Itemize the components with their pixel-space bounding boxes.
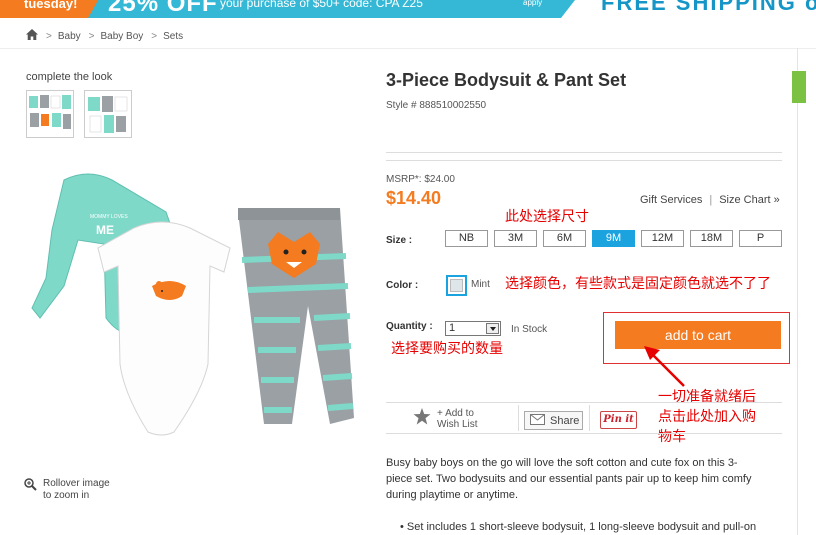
size-chart-link[interactable]: Size Chart » bbox=[719, 194, 780, 206]
share-divider bbox=[589, 405, 590, 431]
home-icon[interactable] bbox=[26, 29, 38, 43]
size-option-12m[interactable]: 12M bbox=[641, 230, 684, 247]
size-option-nb[interactable]: NB bbox=[445, 230, 488, 247]
stock-status: In Stock bbox=[511, 324, 548, 335]
product-style-number: Style # 888510002550 bbox=[386, 100, 487, 111]
promo-day-label: tuesday! bbox=[0, 0, 100, 18]
share-label: Share bbox=[550, 414, 580, 427]
product-feature-bullet: • Set includes 1 short-sleeve bodysuit, … bbox=[400, 521, 757, 533]
msrp-price: MSRP*: $24.00 bbox=[386, 174, 455, 185]
wish-list-line-1: + Add to bbox=[437, 408, 474, 419]
wish-list-line-2: Wish List bbox=[437, 419, 478, 430]
promo-banner[interactable]: tuesday! 25% OFF your purchase of $50+ c… bbox=[0, 0, 816, 18]
breadcrumb-separator: > bbox=[151, 30, 158, 42]
size-selector: NB 3M 6M 9M 12M 18M P bbox=[445, 230, 782, 247]
gift-services-link[interactable]: Gift Services bbox=[640, 194, 702, 206]
dropdown-arrow-icon[interactable] bbox=[486, 323, 499, 334]
magnifier-icon bbox=[24, 478, 37, 502]
feedback-tab[interactable] bbox=[792, 71, 806, 103]
envelope-icon bbox=[530, 413, 545, 428]
zoom-hint: Rollover image to zoom in bbox=[24, 478, 110, 502]
size-option-6m[interactable]: 6M bbox=[543, 230, 586, 247]
color-swatch-mint[interactable] bbox=[446, 275, 467, 296]
sale-price: $14.40 bbox=[386, 188, 442, 208]
breadcrumb-separator: > bbox=[88, 30, 95, 42]
color-swatch-fill bbox=[450, 279, 463, 292]
look-thumbnail-2[interactable] bbox=[84, 90, 132, 138]
product-links: Gift Services | Size Chart » bbox=[640, 194, 780, 206]
look-thumbnail-1[interactable] bbox=[26, 90, 74, 138]
header-divider bbox=[0, 48, 816, 49]
color-label: Color : bbox=[386, 280, 419, 291]
product-title: 3-Piece Bodysuit & Pant Set bbox=[386, 70, 627, 90]
zoom-hint-text: Rollover image to zoom in bbox=[43, 478, 110, 502]
promo-discount: 25% OFF bbox=[108, 0, 218, 17]
color-annotation: 选择颜色，有些款式是固定颜色就选不了了 bbox=[505, 276, 771, 292]
size-option-9m[interactable]: 9M bbox=[592, 230, 635, 247]
promo-details: your purchase of $50+ code: CPA Z25 bbox=[220, 0, 423, 10]
page-right-border bbox=[797, 48, 798, 535]
promo-apply-link[interactable]: apply bbox=[523, 0, 542, 8]
product-description: Busy baby boys on the go will love the s… bbox=[386, 457, 752, 501]
title-divider-2 bbox=[386, 160, 782, 161]
svg-text:ME: ME bbox=[96, 223, 114, 237]
zoom-hint-line-2: to zoom in bbox=[43, 490, 90, 501]
annotation-arrow-icon bbox=[644, 346, 685, 387]
star-icon bbox=[413, 408, 431, 430]
share-button[interactable]: Share bbox=[524, 411, 583, 430]
breadcrumb-sets[interactable]: Sets bbox=[163, 31, 183, 42]
quantity-value: 1 bbox=[449, 322, 456, 334]
free-shipping-text: FREE SHIPPING on your bbox=[601, 0, 816, 15]
wish-list-text: + Add to Wish List bbox=[437, 408, 478, 430]
quantity-annotation: 选择要购买的数量 bbox=[391, 341, 503, 357]
size-label: Size : bbox=[386, 235, 413, 246]
add-to-wish-list[interactable]: + Add to Wish List bbox=[413, 408, 478, 430]
size-option-18m[interactable]: 18M bbox=[690, 230, 733, 247]
quantity-label: Quantity : bbox=[386, 321, 433, 332]
svg-text:MOMMY LOVES: MOMMY LOVES bbox=[90, 214, 128, 220]
quantity-select[interactable]: 1 bbox=[445, 321, 501, 336]
size-option-3m[interactable]: 3M bbox=[494, 230, 537, 247]
free-shipping-banner[interactable]: FREE SHIPPING on your bbox=[561, 0, 816, 18]
link-separator: | bbox=[709, 194, 713, 206]
title-divider bbox=[386, 152, 782, 153]
breadcrumb-separator: > bbox=[46, 30, 52, 42]
share-divider bbox=[518, 405, 519, 431]
breadcrumb-baby-boy[interactable]: Baby Boy bbox=[100, 31, 143, 42]
size-annotation: 此处选择尺寸 bbox=[505, 209, 589, 225]
zoom-hint-line-1: Rollover image bbox=[43, 478, 110, 489]
size-option-p[interactable]: P bbox=[739, 230, 782, 247]
breadcrumb: > Baby > Baby Boy > Sets bbox=[26, 29, 183, 43]
pin-it-button[interactable]: Pin it bbox=[600, 411, 637, 429]
product-image[interactable]: MOMMY LOVES ME bbox=[24, 168, 360, 448]
complete-the-look-heading: complete the look bbox=[26, 71, 113, 83]
breadcrumb-baby[interactable]: Baby bbox=[58, 31, 81, 42]
color-name: Mint bbox=[471, 279, 490, 290]
